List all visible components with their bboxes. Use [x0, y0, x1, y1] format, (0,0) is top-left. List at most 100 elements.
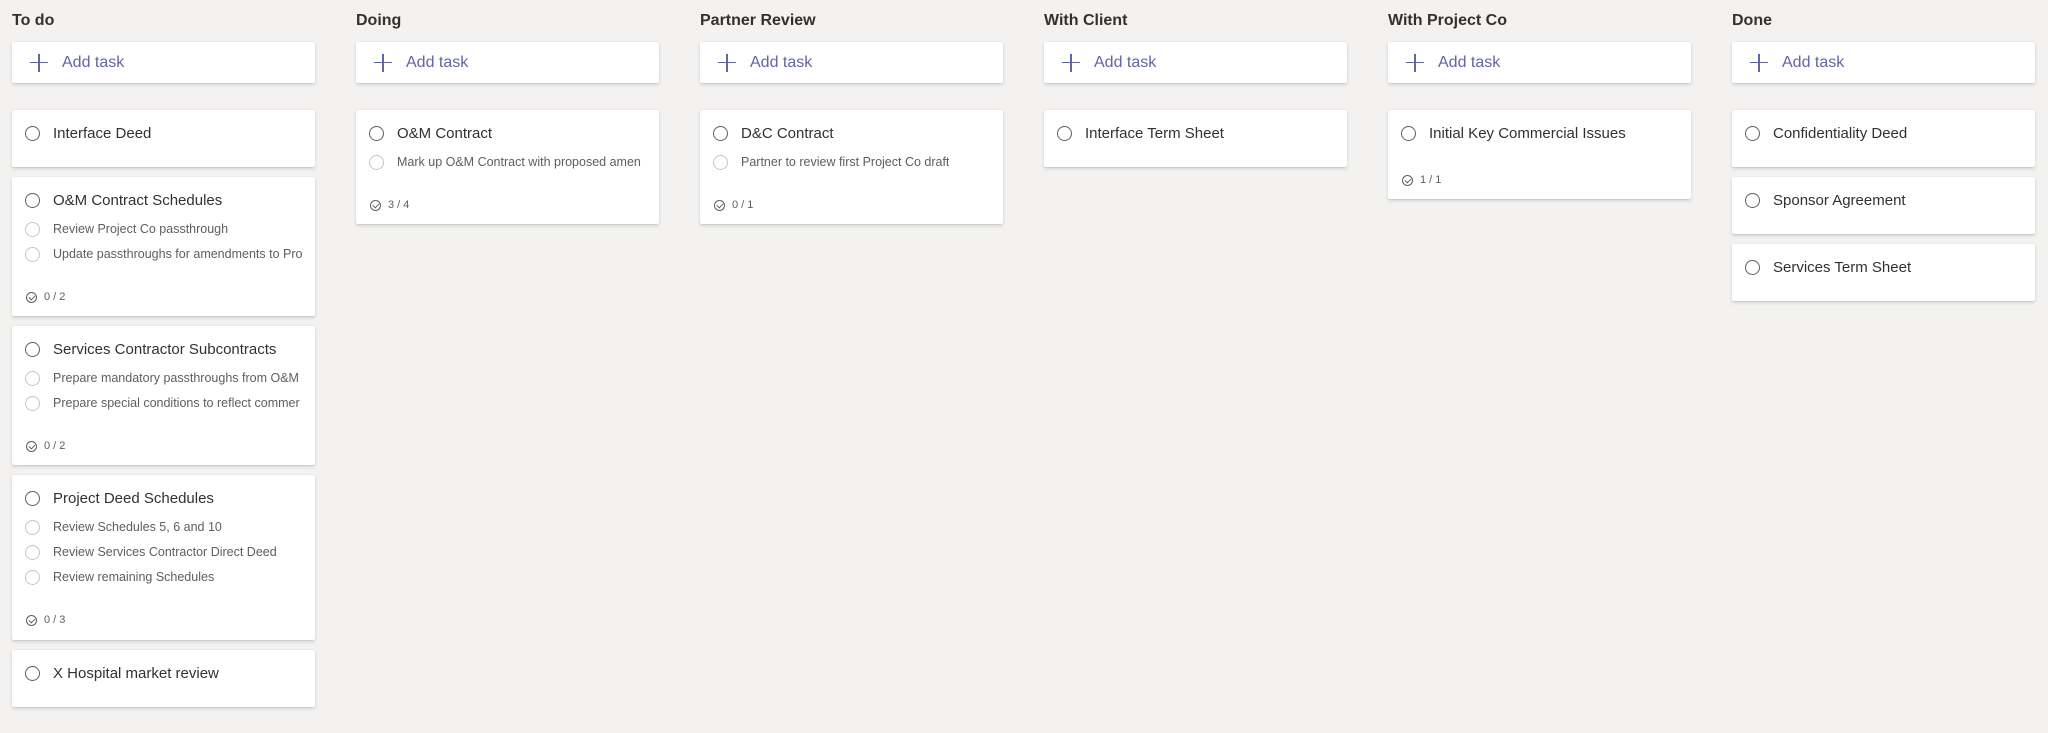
task-card[interactable]: Sponsor Agreement: [1732, 177, 2035, 234]
checklist-progress: 0 / 2: [26, 289, 65, 305]
subtask-item: Review remaining Schedules: [25, 567, 303, 587]
add-task-button[interactable]: Add task: [700, 42, 1003, 83]
add-task-label: Add task: [750, 53, 813, 71]
add-task-label: Add task: [1094, 53, 1157, 71]
add-task-label: Add task: [62, 53, 125, 71]
task-card[interactable]: Initial Key Commercial Issues 1 / 1: [1388, 110, 1691, 199]
task-title: O&M Contract: [397, 124, 493, 142]
task-card[interactable]: Interface Term Sheet: [1044, 110, 1347, 167]
task-title: Sponsor Agreement: [1773, 191, 1906, 209]
add-task-button[interactable]: Add task: [1388, 42, 1691, 83]
plus-icon: [374, 53, 392, 72]
complete-task-circle-icon[interactable]: [1745, 192, 1760, 208]
checklist-icon: [26, 291, 37, 303]
task-title: Services Term Sheet: [1773, 258, 1912, 276]
checklist-progress: 0 / 2: [26, 438, 65, 454]
add-task-button[interactable]: Add task: [12, 42, 315, 83]
add-task-button[interactable]: Add task: [356, 42, 659, 83]
subtask-item: Prepare mandatory passthroughs from O&M: [25, 368, 303, 388]
task-title: X Hospital market review: [53, 664, 219, 682]
complete-task-circle-icon[interactable]: [1057, 125, 1072, 141]
subtask-text: Partner to review first Project Co draft: [741, 155, 950, 169]
task-board: To do Add task Interface Deed O&M Contra…: [0, 0, 2048, 733]
complete-task-circle-icon[interactable]: [25, 192, 40, 208]
complete-task-circle-icon[interactable]: [25, 490, 40, 506]
checklist-icon: [26, 440, 37, 452]
plus-icon: [1062, 53, 1080, 72]
subtask-text: Prepare special conditions to reflect co…: [53, 396, 300, 410]
subtask-item: Mark up O&M Contract with proposed amen: [369, 152, 647, 172]
checklist-icon: [714, 199, 725, 211]
subtask-circle-icon[interactable]: [25, 395, 40, 411]
add-task-label: Add task: [1438, 53, 1501, 71]
subtask-text: Review Schedules 5, 6 and 10: [53, 520, 222, 534]
subtask-text: Review remaining Schedules: [53, 570, 215, 584]
task-card[interactable]: O&M Contract Schedules Review Project Co…: [12, 177, 315, 316]
subtask-circle-icon[interactable]: [25, 370, 40, 386]
task-card[interactable]: D&C Contract Partner to review first Pro…: [700, 110, 1003, 224]
add-task-button[interactable]: Add task: [1732, 42, 2035, 83]
subtask-text: Update passthroughs for amendments to Pr…: [53, 247, 303, 261]
task-title: Project Deed Schedules: [53, 489, 214, 507]
subtask-item: Partner to review first Project Co draft: [713, 152, 991, 172]
checklist-icon: [26, 614, 37, 626]
checklist-progress: 3 / 4: [370, 197, 409, 213]
task-title: Interface Deed: [53, 124, 152, 142]
subtask-item: Review Schedules 5, 6 and 10: [25, 517, 303, 537]
subtask-item: Review Project Co passthrough: [25, 219, 303, 239]
complete-task-circle-icon[interactable]: [1745, 125, 1760, 141]
complete-task-circle-icon[interactable]: [713, 125, 728, 141]
complete-task-circle-icon[interactable]: [25, 665, 40, 681]
add-task-label: Add task: [406, 53, 469, 71]
subtask-circle-icon[interactable]: [25, 544, 40, 560]
task-card[interactable]: Interface Deed: [12, 110, 315, 167]
subtask-text: Review Project Co passthrough: [53, 222, 229, 236]
task-title: D&C Contract: [741, 124, 834, 142]
complete-task-circle-icon[interactable]: [1401, 125, 1416, 141]
subtask-text: Review Services Contractor Direct Deed: [53, 545, 277, 559]
task-card[interactable]: Services Contractor Subcontracts Prepare…: [12, 326, 315, 465]
column-title: To do: [12, 12, 55, 29]
task-card[interactable]: Confidentiality Deed: [1732, 110, 2035, 167]
task-card[interactable]: Services Term Sheet: [1732, 244, 2035, 301]
task-title: Confidentiality Deed: [1773, 124, 1908, 142]
complete-task-circle-icon[interactable]: [369, 125, 384, 141]
subtask-text: Prepare mandatory passthroughs from O&M: [53, 371, 299, 385]
subtask-item: Review Services Contractor Direct Deed: [25, 542, 303, 562]
subtask-item: Prepare special conditions to reflect co…: [25, 393, 303, 413]
checklist-progress: 0 / 1: [714, 197, 753, 213]
task-title: O&M Contract Schedules: [53, 191, 223, 209]
column-title: With Client: [1044, 12, 1128, 29]
column-title: With Project Co: [1388, 12, 1507, 29]
plus-icon: [1750, 53, 1768, 72]
checklist-progress: 1 / 1: [1402, 172, 1441, 188]
subtask-circle-icon[interactable]: [713, 154, 728, 170]
checklist-icon: [1402, 174, 1413, 186]
checklist-progress: 0 / 3: [26, 612, 65, 628]
checklist-icon: [370, 199, 381, 211]
plus-icon: [718, 53, 736, 72]
task-title: Interface Term Sheet: [1085, 124, 1224, 142]
task-card[interactable]: Project Deed Schedules Review Schedules …: [12, 475, 315, 640]
plus-icon: [1406, 53, 1424, 72]
add-task-button[interactable]: Add task: [1044, 42, 1347, 83]
subtask-circle-icon[interactable]: [25, 569, 40, 585]
add-task-label: Add task: [1782, 53, 1845, 71]
subtask-circle-icon[interactable]: [25, 519, 40, 535]
complete-task-circle-icon[interactable]: [1745, 259, 1760, 275]
subtask-text: Mark up O&M Contract with proposed amen: [397, 155, 641, 169]
complete-task-circle-icon[interactable]: [25, 125, 40, 141]
subtask-circle-icon[interactable]: [25, 221, 40, 237]
task-title: Services Contractor Subcontracts: [53, 340, 277, 358]
column-title: Partner Review: [700, 12, 816, 29]
complete-task-circle-icon[interactable]: [25, 341, 40, 357]
subtask-item: Update passthroughs for amendments to Pr…: [25, 244, 303, 264]
task-card[interactable]: O&M Contract Mark up O&M Contract with p…: [356, 110, 659, 224]
task-title: Initial Key Commercial Issues: [1429, 124, 1626, 142]
task-card[interactable]: X Hospital market review: [12, 650, 315, 707]
subtask-circle-icon[interactable]: [369, 154, 384, 170]
subtask-circle-icon[interactable]: [25, 246, 40, 262]
plus-icon: [30, 53, 48, 72]
column-title: Done: [1732, 12, 1772, 29]
column-title: Doing: [356, 12, 402, 29]
